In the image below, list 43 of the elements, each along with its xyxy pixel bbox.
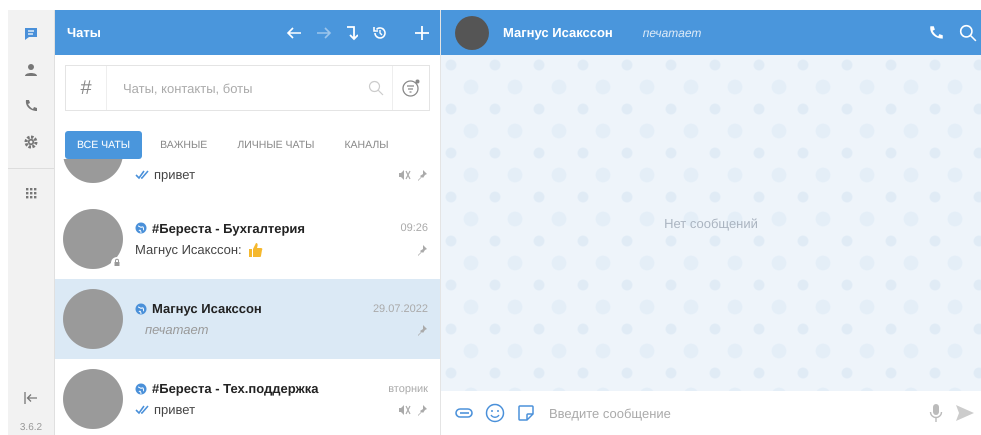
smiley-icon[interactable]	[485, 403, 505, 423]
pin-icon[interactable]	[416, 404, 428, 416]
contact-name: Магнус Исакссон	[503, 25, 613, 40]
typing-status: печатает	[144, 322, 208, 337]
jump-arrow-icon[interactable]	[346, 24, 358, 40]
send-icon[interactable]	[955, 404, 975, 422]
filter-tab[interactable]: КАНАЛЫ	[332, 131, 401, 159]
chat-item[interactable]: привет	[55, 159, 440, 199]
history-icon[interactable]	[372, 24, 388, 40]
chat-name: #Береста - Бухгалтерия	[152, 220, 305, 236]
plus-icon[interactable]	[414, 24, 430, 40]
chat-item[interactable]: #Береста - Тех.поддержка вторник привет	[55, 359, 440, 435]
pin-icon[interactable]	[416, 324, 428, 336]
typing-status: печатает	[642, 26, 702, 40]
filter-tab[interactable]: ВАЖНЫЕ	[148, 131, 220, 159]
chat-item[interactable]: Магнус Исакссон 29.07.2022 печатает	[55, 279, 440, 359]
search-field[interactable]: # Чаты, контакты, боты	[65, 65, 430, 111]
chat-name: Магнус Исакссон	[152, 301, 262, 316]
microphone-icon[interactable]	[929, 403, 943, 423]
search-icon[interactable]	[959, 24, 977, 42]
avatar-placeholder	[455, 16, 489, 50]
search-icon[interactable]	[368, 80, 384, 96]
chat-time: вторник	[388, 382, 428, 394]
filter-tab[interactable]: ВСЕ ЧАТЫ	[65, 131, 142, 159]
hashtag-toggle[interactable]: #	[66, 66, 107, 110]
paperclip-icon[interactable]	[455, 408, 473, 418]
back-arrow-icon[interactable]	[286, 26, 302, 40]
pin-icon[interactable]	[416, 168, 428, 180]
chat-time: 29.07.2022	[372, 302, 428, 314]
chat-time: 09:26	[400, 222, 428, 234]
version-label: 3.6.2	[20, 422, 42, 435]
chat-item[interactable]: #Береста - Бухгалтерия 09:26 Магнус Исакссон:	[55, 199, 440, 279]
message-preview: привет	[154, 402, 196, 417]
filter-tab[interactable]: ЛИЧНЫЕ ЧАТЫ	[225, 131, 326, 159]
pin-icon[interactable]	[416, 244, 428, 256]
sticker-icon[interactable]	[517, 404, 535, 422]
message-preview: Магнус Исакссон:	[135, 242, 242, 257]
message-preview: привет	[154, 167, 196, 182]
empty-message: Нет сообщений	[664, 216, 758, 230]
chat-name: #Береста - Тех.поддержка	[152, 381, 318, 396]
filter-icon[interactable]	[401, 78, 421, 98]
header-title: Чаты	[67, 25, 101, 40]
forward-arrow-icon[interactable]	[316, 26, 332, 40]
